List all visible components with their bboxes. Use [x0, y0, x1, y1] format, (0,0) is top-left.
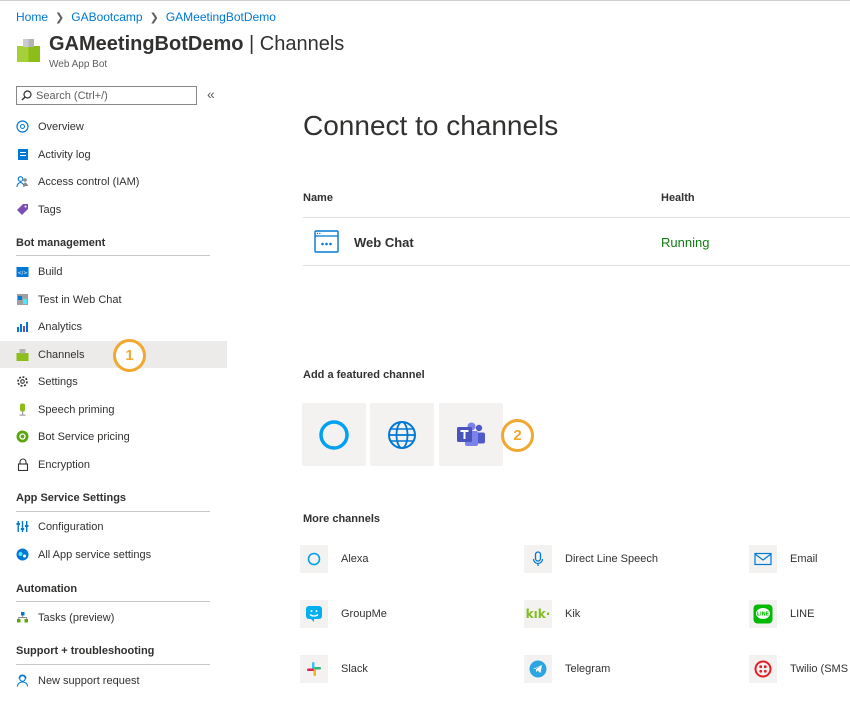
- sidebar-item-access-control[interactable]: Access control (IAM): [0, 168, 227, 195]
- sidebar-item-tags[interactable]: Tags: [0, 196, 227, 223]
- sidebar-item-new-support-request[interactable]: New support request: [0, 667, 227, 694]
- line-icon: LINE: [753, 604, 773, 624]
- tasks-icon: [16, 611, 29, 624]
- channel-groupme[interactable]: GroupMe: [300, 600, 387, 628]
- channel-slack[interactable]: Slack: [300, 655, 368, 683]
- kik-icon: kık·: [525, 607, 551, 621]
- sidebar-item-test-in-web-chat[interactable]: Test in Web Chat: [0, 286, 227, 313]
- sidebar-item-settings[interactable]: Settings: [0, 368, 227, 395]
- people-icon: [16, 175, 29, 188]
- cortana-icon: [319, 419, 349, 450]
- section-bot-management: Bot management: [16, 237, 106, 249]
- section-divider: [16, 255, 210, 256]
- email-icon: [754, 552, 772, 566]
- breadcrumb-home[interactable]: Home: [16, 10, 48, 24]
- build-icon: </>: [16, 265, 29, 278]
- section-divider: [16, 664, 210, 665]
- resource-type: Web App Bot: [49, 59, 108, 70]
- search-icon: [21, 90, 32, 101]
- speech-priming-icon: [16, 403, 29, 416]
- table-header-divider: [303, 217, 850, 218]
- channel-twilio[interactable]: Twilio (SMS: [749, 655, 848, 683]
- microphone-icon: [532, 551, 544, 566]
- section-divider: [16, 601, 210, 602]
- sidebar-item-analytics[interactable]: Analytics: [0, 313, 227, 340]
- channel-telegram[interactable]: Telegram: [524, 655, 610, 683]
- app-service-icon: [16, 548, 29, 561]
- analytics-icon: [16, 320, 29, 333]
- breadcrumb: Home ❯ GABootcamp ❯ GAMeetingBotDemo: [16, 10, 276, 24]
- channels-icon: [16, 348, 29, 361]
- channel-email[interactable]: Email: [749, 545, 818, 573]
- sidebar-item-encryption[interactable]: Encryption: [0, 451, 227, 478]
- search-input[interactable]: [36, 89, 196, 102]
- teams-icon: [457, 422, 485, 446]
- activity-log-icon: [16, 148, 29, 161]
- sidebar-item-configuration[interactable]: Configuration: [0, 513, 227, 540]
- section-divider: [16, 511, 210, 512]
- support-person-icon: [16, 674, 29, 687]
- table-row-divider: [303, 265, 850, 266]
- featured-channel-cortana[interactable]: [302, 403, 366, 466]
- tag-icon: [16, 203, 29, 216]
- channel-kik[interactable]: kık· Kik: [524, 600, 580, 628]
- sidebar-item-tasks[interactable]: Tasks (preview): [0, 604, 227, 631]
- featured-channel-web[interactable]: [370, 403, 434, 466]
- chevron-right-icon: ❯: [55, 11, 65, 24]
- chevron-right-icon: ❯: [149, 11, 159, 24]
- channel-line[interactable]: LINE LINE: [749, 600, 814, 628]
- featured-heading: Add a featured channel: [303, 369, 425, 381]
- channel-name-web-chat[interactable]: Web Chat: [354, 235, 414, 250]
- sidebar-item-bot-service-pricing[interactable]: Bot Service pricing: [0, 423, 227, 450]
- overview-icon: [16, 120, 29, 133]
- channel-alexa[interactable]: Alexa: [300, 545, 369, 573]
- alexa-icon: [307, 552, 321, 566]
- slack-icon: [307, 662, 321, 676]
- groupme-icon: [306, 606, 322, 622]
- step-badge-1: 1: [113, 339, 146, 372]
- collapse-menu-icon[interactable]: «: [207, 86, 215, 102]
- sidebar-item-speech-priming[interactable]: Speech priming: [0, 396, 227, 423]
- search-box[interactable]: [16, 86, 197, 105]
- featured-channel-teams[interactable]: [439, 403, 503, 466]
- web-chat-icon: [314, 230, 339, 253]
- configuration-icon: [16, 520, 29, 533]
- svg-text:</>: </>: [17, 270, 27, 276]
- section-automation: Automation: [16, 583, 78, 595]
- more-channels-heading: More channels: [303, 513, 381, 525]
- lock-icon: [16, 458, 29, 471]
- sidebar-item-activity-log[interactable]: Activity log: [0, 141, 227, 168]
- svg-text:LINE: LINE: [757, 612, 769, 618]
- globe-icon: [388, 420, 416, 449]
- pricing-icon: [16, 430, 29, 443]
- channel-direct-line-speech[interactable]: Direct Line Speech: [524, 545, 658, 573]
- step-badge-2: 2: [501, 419, 534, 452]
- breadcrumb-resource-group[interactable]: GABootcamp: [71, 10, 142, 24]
- main-heading: Connect to channels: [303, 110, 559, 141]
- sidebar-item-build[interactable]: </> Build: [0, 258, 227, 285]
- sidebar-item-overview[interactable]: Overview: [0, 113, 227, 140]
- page-title: GAMeetingBotDemo | Channels: [49, 33, 345, 55]
- section-support: Support + troubleshooting: [16, 645, 155, 657]
- test-chat-icon: [16, 293, 29, 306]
- column-header-name: Name: [303, 192, 333, 204]
- column-header-health: Health: [661, 192, 695, 204]
- top-border: [0, 0, 850, 1]
- telegram-icon: [529, 660, 547, 678]
- section-app-service-settings: App Service Settings: [16, 492, 127, 504]
- gear-icon: [16, 375, 29, 388]
- web-app-bot-icon: [17, 39, 40, 62]
- breadcrumb-resource[interactable]: GAMeetingBotDemo: [166, 10, 276, 24]
- sidebar-item-all-app-service-settings[interactable]: All App service settings: [0, 541, 227, 568]
- channel-health-status: Running: [661, 235, 710, 250]
- twilio-icon: [754, 660, 772, 678]
